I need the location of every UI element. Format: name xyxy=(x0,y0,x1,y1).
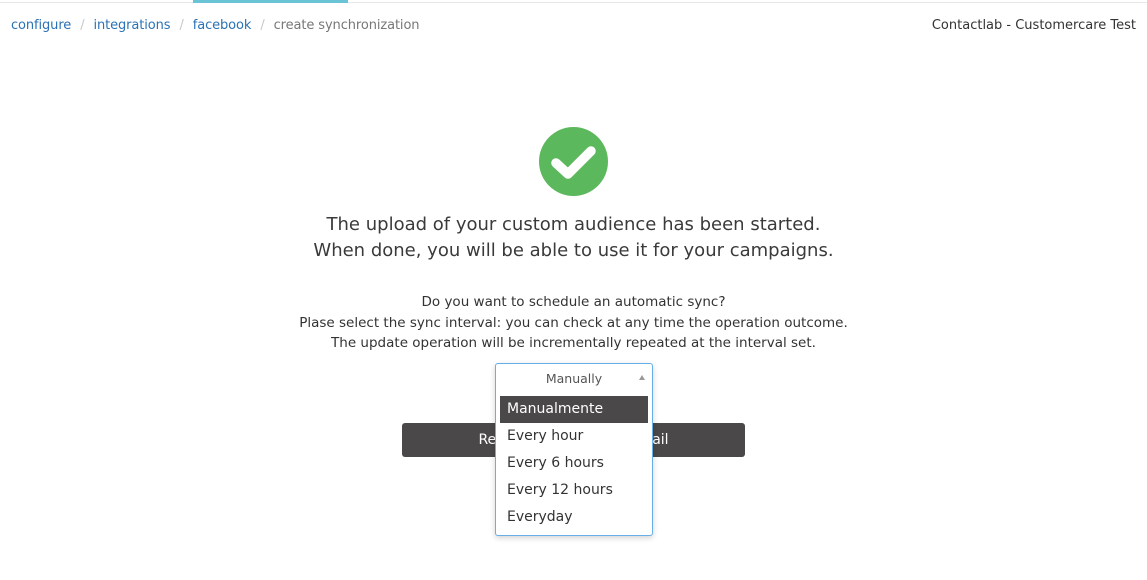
status-message-line2: When done, you will be able to use it fo… xyxy=(313,240,834,261)
top-border xyxy=(0,0,1147,3)
option-manualmente[interactable]: Manualmente xyxy=(500,396,648,423)
breadcrumb-separator: / xyxy=(260,18,265,33)
check-circle-icon xyxy=(539,127,608,196)
sync-interval-select[interactable]: Manually Manualmente Every hour Every 6 … xyxy=(495,363,653,536)
schedule-instructions-line1: Plase select the sync interval: you can … xyxy=(299,315,848,331)
breadcrumb-separator: / xyxy=(179,18,184,33)
breadcrumb-integrations[interactable]: integrations xyxy=(93,18,170,33)
sync-interval-current[interactable]: Manually xyxy=(496,364,652,394)
account-name: Contactlab - Customercare Test xyxy=(931,18,1136,33)
status-message-line1: The upload of your custom audience has b… xyxy=(326,214,821,235)
breadcrumb-facebook[interactable]: facebook xyxy=(193,18,252,33)
sync-interval-value: Manually xyxy=(545,371,603,386)
option-everyday[interactable]: Everyday xyxy=(500,504,648,531)
breadcrumb-configure[interactable]: configure xyxy=(11,18,71,33)
breadcrumb-separator: / xyxy=(80,18,85,33)
option-every-hour[interactable]: Every hour xyxy=(500,423,648,450)
breadcrumb-current: create synchronization xyxy=(273,18,420,33)
schedule-instructions-line2: The update operation will be incremental… xyxy=(331,335,816,351)
breadcrumb: configure / integrations / facebook / cr… xyxy=(11,18,420,33)
schedule-question: Do you want to schedule an automatic syn… xyxy=(421,294,726,310)
option-every-12-hours[interactable]: Every 12 hours xyxy=(500,477,648,504)
option-every-6-hours[interactable]: Every 6 hours xyxy=(500,450,648,477)
caret-up-icon xyxy=(639,375,645,380)
sync-interval-options: Manualmente Every hour Every 6 hours Eve… xyxy=(496,394,652,531)
active-tab-indicator xyxy=(193,0,348,3)
